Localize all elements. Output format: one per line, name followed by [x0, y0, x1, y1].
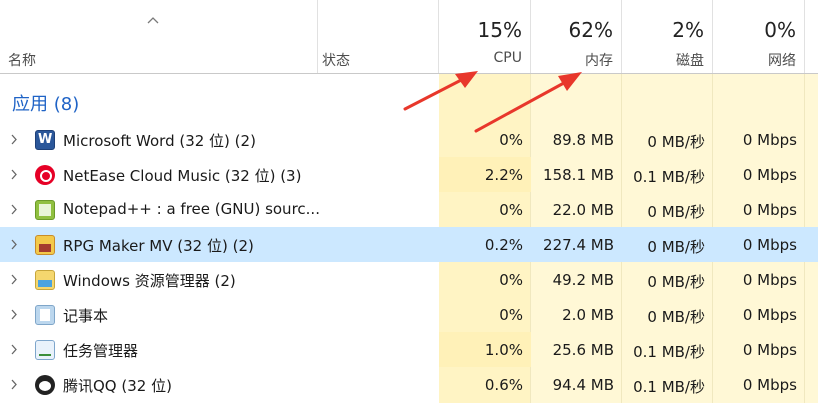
- word-icon: [35, 130, 55, 150]
- disk-value: 0.1 MB/秒: [633, 168, 705, 186]
- chevron-right-icon[interactable]: [8, 238, 20, 251]
- chevron-right-icon[interactable]: [8, 378, 20, 391]
- notepadpp-icon: [35, 200, 55, 220]
- column-header-name[interactable]: 名称: [0, 0, 318, 73]
- memory-value: 89.8 MB: [552, 131, 614, 149]
- memory-value: 2.0 MB: [562, 306, 614, 324]
- explorer-icon: [35, 270, 55, 290]
- disk-value: 0 MB/秒: [647, 238, 705, 256]
- network-value: 0 Mbps: [742, 166, 797, 184]
- process-row[interactable]: 腾讯QQ (32 位) 0.6% 94.4 MB 0.1 MB/秒 0 Mbps: [0, 367, 818, 402]
- memory-total-percent: 62%: [568, 18, 613, 42]
- cpu-total-percent: 15%: [477, 18, 522, 42]
- sort-ascending-icon: [147, 17, 159, 24]
- process-name: 腾讯QQ (32 位): [63, 377, 172, 395]
- task-manager-icon: [35, 340, 55, 360]
- network-value: 0 Mbps: [742, 201, 797, 219]
- chevron-right-icon[interactable]: [8, 203, 20, 216]
- column-header-bar: 名称 状态 15% CPU 62% 内存 2% 磁盘 0% 网络: [0, 0, 818, 74]
- process-name: Windows 资源管理器 (2): [63, 272, 236, 290]
- network-value: 0 Mbps: [742, 271, 797, 289]
- column-header-cpu[interactable]: 15% CPU: [439, 0, 531, 73]
- chevron-right-icon[interactable]: [8, 343, 20, 356]
- network-value: 0 Mbps: [742, 131, 797, 149]
- network-value: 0 Mbps: [742, 236, 797, 254]
- column-header-status-label: 状态: [322, 53, 350, 69]
- process-name: 记事本: [63, 307, 109, 325]
- notepad-icon: [35, 305, 55, 325]
- disk-value: 0 MB/秒: [647, 308, 705, 326]
- chevron-right-icon[interactable]: [8, 273, 20, 286]
- cpu-value: 0.2%: [484, 236, 523, 254]
- netease-cloud-music-icon: [35, 165, 55, 185]
- memory-column-label: 内存: [585, 53, 613, 69]
- process-row[interactable]: 任务管理器 1.0% 25.6 MB 0.1 MB/秒 0 Mbps: [0, 332, 818, 367]
- chevron-right-icon[interactable]: [8, 308, 20, 321]
- process-list: 应用 (8) Microsoft Word (32 位) (2) 0% 89.8…: [0, 74, 818, 403]
- process-row[interactable]: Microsoft Word (32 位) (2) 0% 89.8 MB 0 M…: [0, 122, 818, 157]
- network-column-label: 网络: [768, 53, 796, 69]
- memory-value: 158.1 MB: [543, 166, 614, 184]
- column-header-memory[interactable]: 62% 内存: [531, 0, 622, 73]
- cpu-value: 0%: [499, 306, 523, 324]
- column-header-disk[interactable]: 2% 磁盘: [622, 0, 713, 73]
- cpu-value: 0%: [499, 271, 523, 289]
- process-name: Notepad++ : a free (GNU) sourc...: [63, 200, 320, 218]
- process-row-selected[interactable]: RPG Maker MV (32 位) (2) 0.2% 227.4 MB 0 …: [0, 227, 818, 262]
- network-value: 0 Mbps: [742, 341, 797, 359]
- column-header-name-label: 名称: [8, 53, 36, 69]
- chevron-right-icon[interactable]: [8, 133, 20, 146]
- process-name: 任务管理器: [63, 342, 139, 360]
- memory-value: 25.6 MB: [552, 341, 614, 359]
- process-row[interactable]: 记事本 0% 2.0 MB 0 MB/秒 0 Mbps: [0, 297, 818, 332]
- disk-value: 0.1 MB/秒: [633, 343, 705, 361]
- cpu-value: 0%: [499, 201, 523, 219]
- cpu-value: 0%: [499, 131, 523, 149]
- network-total-percent: 0%: [764, 18, 796, 42]
- network-value: 0 Mbps: [742, 306, 797, 324]
- cpu-value: 2.2%: [484, 166, 523, 184]
- qq-icon: [35, 375, 55, 395]
- memory-value: 227.4 MB: [543, 236, 614, 254]
- process-name: NetEase Cloud Music (32 位) (3): [63, 167, 302, 185]
- rpg-maker-icon: [35, 235, 55, 255]
- process-row[interactable]: Windows 资源管理器 (2) 0% 49.2 MB 0 MB/秒 0 Mb…: [0, 262, 818, 297]
- disk-total-percent: 2%: [672, 18, 704, 42]
- disk-column-label: 磁盘: [676, 53, 704, 69]
- process-row[interactable]: Notepad++ : a free (GNU) sourc... 0% 22.…: [0, 192, 818, 227]
- disk-value: 0 MB/秒: [647, 203, 705, 221]
- cpu-value: 0.6%: [484, 376, 523, 394]
- disk-value: 0 MB/秒: [647, 133, 705, 151]
- network-value: 0 Mbps: [742, 376, 797, 394]
- cpu-column-label: CPU: [493, 50, 522, 66]
- column-header-network[interactable]: 0% 网络: [713, 0, 805, 73]
- group-title: 应用 (8): [12, 94, 80, 115]
- memory-value: 94.4 MB: [552, 376, 614, 394]
- column-header-status[interactable]: 状态: [318, 0, 439, 73]
- disk-value: 0.1 MB/秒: [633, 378, 705, 396]
- memory-value: 22.0 MB: [552, 201, 614, 219]
- chevron-right-icon[interactable]: [8, 168, 20, 181]
- cpu-value: 1.0%: [484, 341, 523, 359]
- memory-value: 49.2 MB: [552, 271, 614, 289]
- process-row[interactable]: NetEase Cloud Music (32 位) (3) 2.2% 158.…: [0, 157, 818, 192]
- group-header-apps[interactable]: 应用 (8): [0, 85, 818, 115]
- disk-value: 0 MB/秒: [647, 273, 705, 291]
- process-name: Microsoft Word (32 位) (2): [63, 132, 256, 150]
- process-name: RPG Maker MV (32 位) (2): [63, 237, 254, 255]
- task-manager-processes-view: 名称 状态 15% CPU 62% 内存 2% 磁盘 0% 网络 应用 (8): [0, 0, 818, 403]
